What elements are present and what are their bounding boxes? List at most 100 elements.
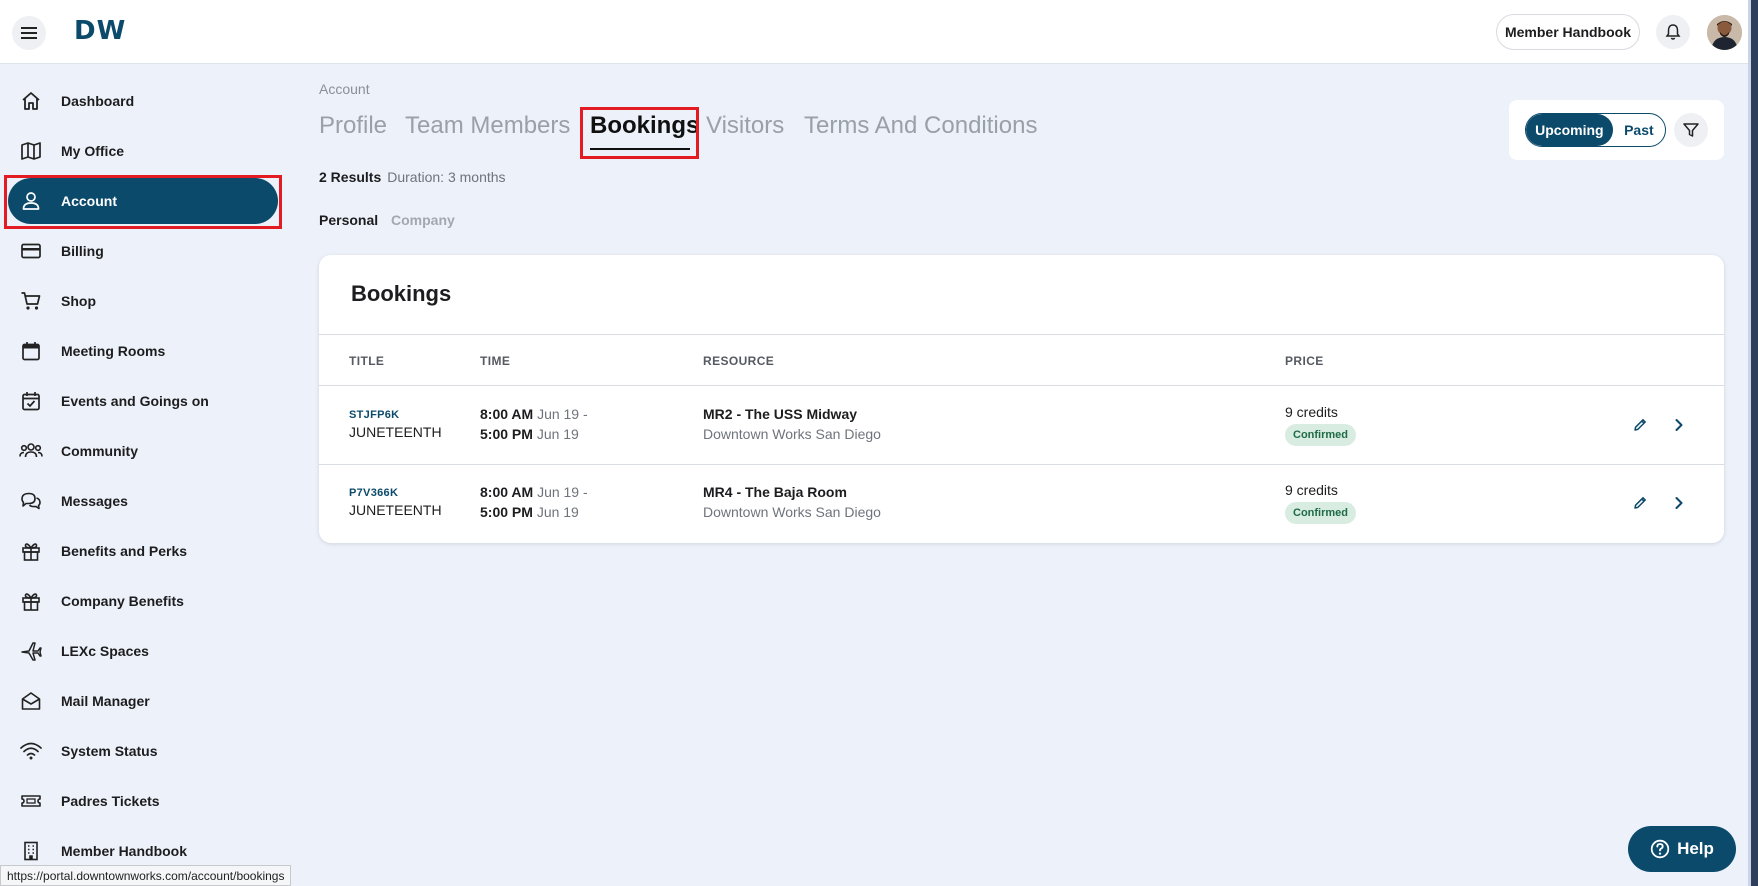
breadcrumb: Account — [319, 81, 370, 97]
sidebar-item-label: Messages — [61, 493, 128, 509]
sidebar-item-messages[interactable]: Messages — [8, 478, 278, 524]
member-handbook-button[interactable]: Member Handbook — [1496, 14, 1640, 50]
booking-price: 9 credits — [1285, 404, 1338, 420]
sidebar-item-label: Benefits and Perks — [61, 543, 188, 559]
sidebar-item-account[interactable]: Account — [8, 178, 278, 224]
calendar-icon — [19, 339, 43, 363]
home-icon — [19, 89, 43, 113]
sidebar-item-mail-manager[interactable]: Mail Manager — [8, 678, 278, 724]
booking-start: 8:00 AM Jun 19 - — [480, 406, 588, 422]
help-button[interactable]: Help — [1628, 826, 1736, 872]
sidebar-item-company-benefits[interactable]: Company Benefits — [8, 578, 278, 624]
booking-title: JUNETEENTH — [349, 424, 442, 440]
sidebar-item-shop[interactable]: Shop — [8, 278, 278, 324]
booking-code: P7V366K — [349, 487, 399, 499]
column-header-title: TITLE — [349, 354, 385, 368]
sidebar-item-my-office[interactable]: My Office — [8, 128, 278, 174]
open-booking-button[interactable] — [1667, 491, 1691, 515]
resource-location: Downtown Works San Diego — [703, 426, 881, 442]
sidebar-item-meeting-rooms[interactable]: Meeting Rooms — [8, 328, 278, 374]
chevron-right-icon — [1675, 497, 1683, 509]
chat-icon — [19, 489, 43, 513]
help-label: Help — [1677, 839, 1714, 858]
question-circle-icon — [1650, 839, 1670, 859]
booking-end: 5:00 PM Jun 19 — [480, 426, 579, 442]
bookings-card-title: Bookings — [351, 281, 452, 306]
tab-terms-and-conditions[interactable]: Terms And Conditions — [804, 112, 1037, 140]
hamburger-menu-button[interactable] — [12, 16, 46, 50]
status-badge: Confirmed — [1285, 424, 1356, 446]
mail-open-icon — [19, 689, 43, 713]
filter-icon — [1683, 123, 1699, 137]
past-button[interactable]: Past — [1613, 114, 1665, 146]
sidebar-item-billing[interactable]: Billing — [8, 228, 278, 274]
sidebar-item-community[interactable]: Community — [8, 428, 278, 474]
start-date: Jun 19 - — [537, 484, 588, 500]
results-count: 2 Results — [319, 169, 382, 185]
tab-visitors[interactable]: Visitors — [706, 112, 784, 140]
sidebar-item-label: Mail Manager — [61, 693, 150, 709]
people-icon — [19, 439, 43, 463]
logo[interactable]: DW — [74, 16, 126, 46]
sidebar-item-events[interactable]: Events and Goings on — [8, 378, 278, 424]
tab-active-underline — [590, 148, 690, 150]
column-header-price: PRICE — [1285, 354, 1324, 368]
sidebar-item-dashboard[interactable]: Dashboard — [8, 78, 278, 124]
sidebar-item-label: Billing — [61, 243, 104, 259]
user-icon — [19, 189, 43, 213]
notifications-button[interactable] — [1656, 15, 1690, 49]
status-url: https://portal.downtownworks.com/account… — [0, 865, 292, 886]
booking-start: 8:00 AM Jun 19 - — [480, 484, 588, 500]
top-bar: DW Member Handbook — [0, 0, 1748, 64]
sidebar-item-label: Padres Tickets — [61, 793, 160, 809]
table-row[interactable]: P7V366K JUNETEENTH 8:00 AM Jun 19 - 5:00… — [319, 465, 1724, 543]
filter-panel: Upcoming Past — [1509, 100, 1724, 160]
pencil-icon — [1634, 497, 1646, 509]
tab-profile[interactable]: Profile — [319, 112, 387, 140]
ticket-icon — [19, 789, 43, 813]
bell-icon — [1665, 24, 1681, 40]
tab-bookings[interactable]: Bookings — [590, 112, 699, 140]
results-summary: 2 Results Duration: 3 months — [319, 169, 506, 185]
map-icon — [19, 139, 43, 163]
start-time: 8:00 AM — [480, 406, 534, 422]
column-header-time: TIME — [480, 354, 511, 368]
tab-team-members[interactable]: Team Members — [405, 112, 570, 140]
sidebar-item-label: System Status — [61, 743, 158, 759]
gift-icon — [19, 539, 43, 563]
sidebar-item-lexc-spaces[interactable]: LEXc Spaces — [8, 628, 278, 674]
sidebar-item-label: Community — [61, 443, 138, 459]
user-avatar[interactable] — [1707, 15, 1742, 50]
booking-end: 5:00 PM Jun 19 — [480, 504, 579, 520]
subtab-personal[interactable]: Personal — [319, 212, 378, 228]
sidebar-item-benefits[interactable]: Benefits and Perks — [8, 528, 278, 574]
table-row[interactable]: STJFP6K JUNETEENTH 8:00 AM Jun 19 - 5:00… — [319, 386, 1724, 464]
filter-button[interactable] — [1674, 113, 1708, 147]
upcoming-button[interactable]: Upcoming — [1526, 114, 1613, 146]
pencil-icon — [1634, 419, 1646, 431]
resource-location: Downtown Works San Diego — [703, 504, 881, 520]
booking-title: JUNETEENTH — [349, 502, 442, 518]
booking-price: 9 credits — [1285, 482, 1338, 498]
edit-button[interactable] — [1628, 413, 1652, 437]
calendar-check-icon — [19, 389, 43, 413]
plane-icon — [19, 639, 43, 663]
sidebar-item-system-status[interactable]: System Status — [8, 728, 278, 774]
results-duration: Duration: 3 months — [387, 169, 506, 185]
wifi-icon — [19, 739, 43, 763]
credit-card-icon — [19, 239, 43, 263]
subtab-company[interactable]: Company — [391, 212, 455, 228]
sidebar-item-label: LEXc Spaces — [61, 643, 149, 659]
window-edge — [1748, 0, 1758, 886]
resource-name: MR4 - The Baja Room — [703, 484, 847, 500]
status-badge: Confirmed — [1285, 502, 1356, 524]
sidebar-item-label: Account — [61, 193, 117, 209]
sidebar-item-padres-tickets[interactable]: Padres Tickets — [8, 778, 278, 824]
resource-name: MR2 - The USS Midway — [703, 406, 858, 422]
building-icon — [19, 839, 43, 863]
sidebar-item-label: My Office — [61, 143, 125, 159]
sidebar-item-label: Events and Goings on — [61, 393, 209, 409]
start-time: 8:00 AM — [480, 484, 534, 500]
open-booking-button[interactable] — [1667, 413, 1691, 437]
edit-button[interactable] — [1628, 491, 1652, 515]
